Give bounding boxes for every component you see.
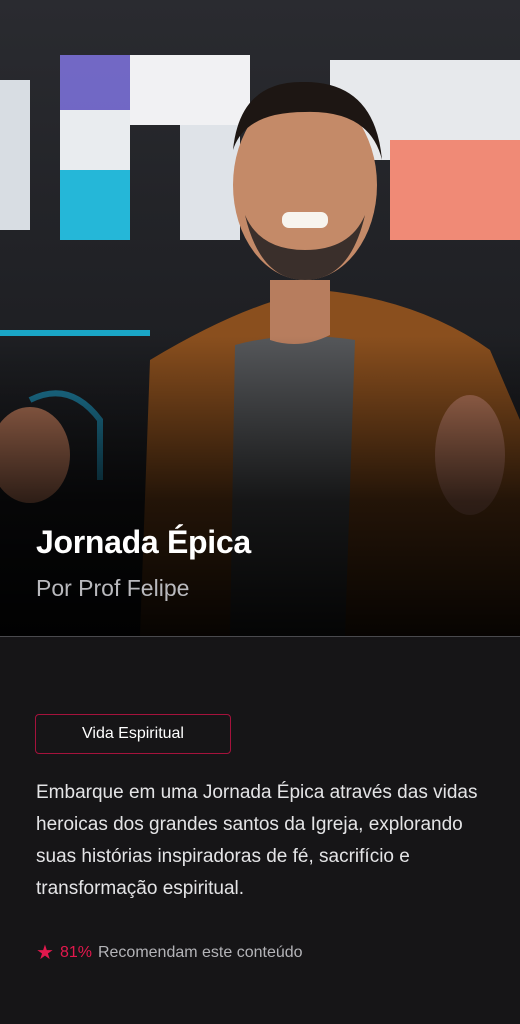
- course-details: Vida Espiritual Embarque em uma Jornada …: [0, 637, 520, 1024]
- rating-label: Recomendam este conteúdo: [97, 944, 303, 961]
- course-author: Por Prof Felipe: [36, 575, 190, 601]
- star-icon: ★: [36, 942, 54, 964]
- category-tag[interactable]: Vida Espiritual: [35, 714, 231, 754]
- course-title: Jornada Épica: [36, 524, 251, 560]
- course-hero: Jornada Épica Por Prof Felipe: [0, 0, 520, 636]
- rating-row: ★ 81% Recomendam este conteúdo: [36, 943, 303, 963]
- course-description: Embarque em uma Jornada Épica através da…: [36, 782, 478, 899]
- rating-percent: 81%: [59, 944, 92, 961]
